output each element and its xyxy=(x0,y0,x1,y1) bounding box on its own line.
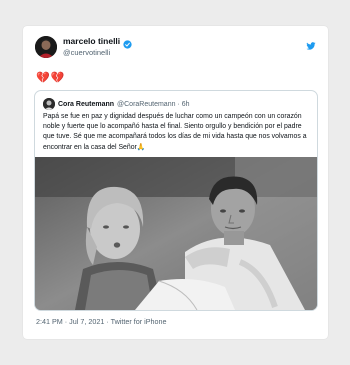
twitter-bird-icon[interactable] xyxy=(306,38,316,50)
quoted-author-meta: @CoraReutemann · 6h xyxy=(117,100,190,108)
tweet-card[interactable]: marcelo tinelli @cuervotinelli 💔💔 Cora R… xyxy=(23,26,328,339)
quoted-header: Cora Reutemann @CoraReutemann · 6h xyxy=(43,98,190,110)
author-block: marcelo tinelli @cuervotinelli xyxy=(63,37,132,57)
quoted-author-name[interactable]: Cora Reutemann xyxy=(58,101,114,108)
quoted-author-avatar[interactable] xyxy=(43,98,55,110)
author-avatar[interactable] xyxy=(35,36,57,58)
tweet-body: 💔💔 xyxy=(36,71,66,84)
quoted-tweet[interactable]: Cora Reutemann @CoraReutemann · 6h Papá … xyxy=(34,90,318,311)
tweet-timestamp[interactable]: 2:41 PM · Jul 7, 2021 · Twitter for iPho… xyxy=(36,317,167,326)
quoted-photo[interactable] xyxy=(35,157,317,310)
verified-badge-icon xyxy=(123,37,132,49)
author-handle[interactable]: @cuervotinelli xyxy=(63,49,132,57)
author-name[interactable]: marcelo tinelli xyxy=(63,37,120,46)
quoted-text: Papá se fue en paz y dignidad después de… xyxy=(43,113,307,151)
